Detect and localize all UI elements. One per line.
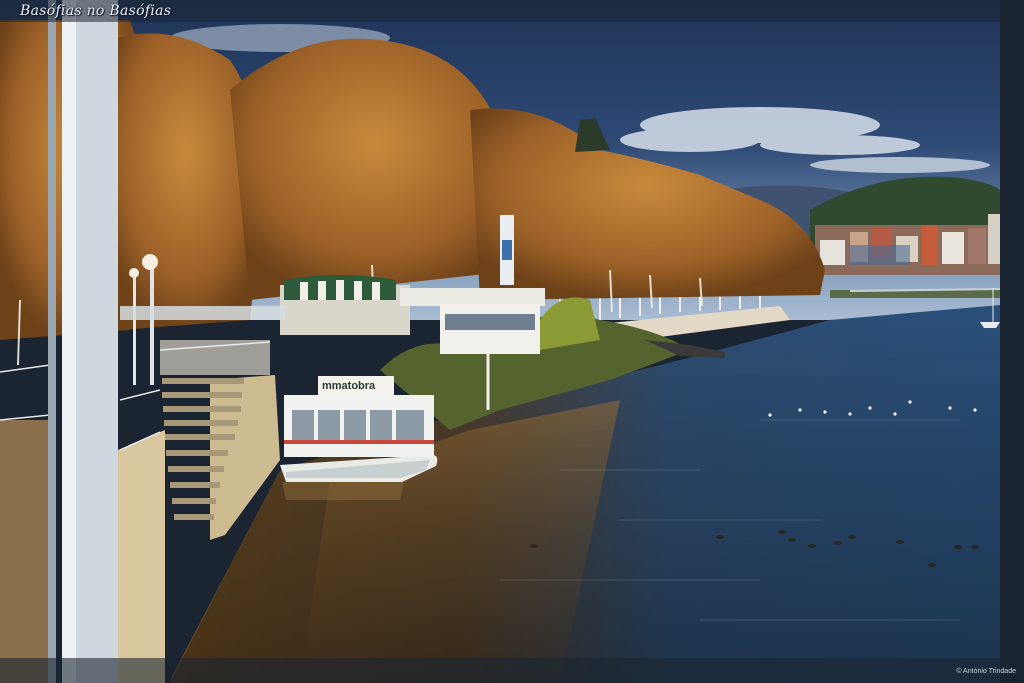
boat-sign-text: mmatobra [322, 380, 376, 392]
promenade-wall [118, 430, 165, 683]
photographer-credit: © António Trindade [956, 668, 1016, 675]
photo-title-watermark: Basófias no Basófias [20, 3, 172, 19]
street-lamp-post [150, 265, 154, 385]
frame-bottom [0, 658, 1024, 683]
canopy-roof [120, 306, 285, 320]
frame-right [1000, 0, 1024, 683]
street-lamp [142, 254, 158, 270]
riverside-photo: Basófias no Basófias mmatobra © António … [0, 0, 1024, 683]
river-scene-illustration [0, 0, 1024, 683]
